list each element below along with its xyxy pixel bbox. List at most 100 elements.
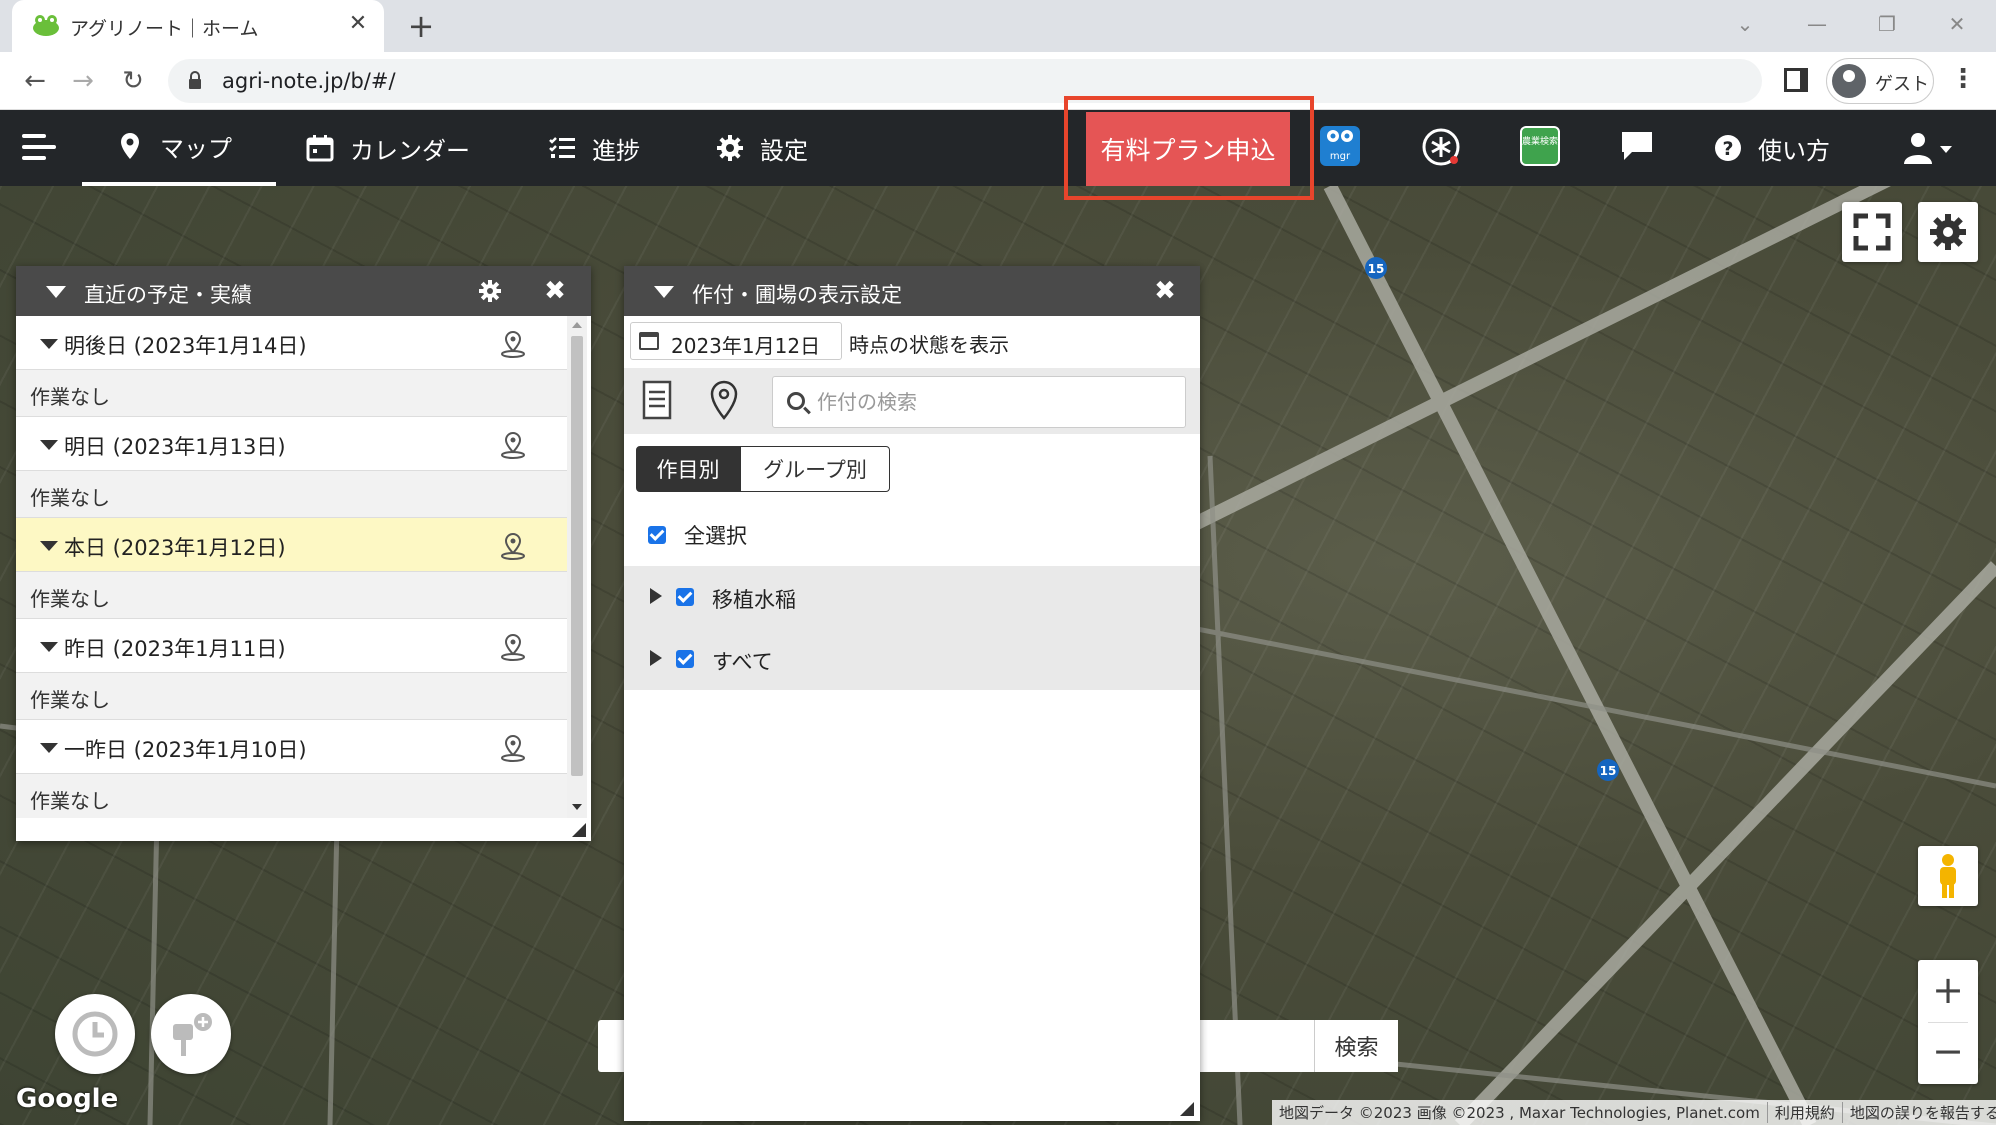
map-view-button[interactable] [706,378,742,422]
date-value: 2023年1月12日 [671,334,821,358]
day-row[interactable]: 一昨日 (2023年1月10日) [16,720,571,774]
user-menu-icon[interactable] [1904,132,1954,164]
close-icon[interactable]: ✖ [1150,276,1180,306]
location-pin-icon[interactable] [500,330,526,358]
tab-title: アグリノート｜ホーム [70,18,259,40]
add-pin-icon [173,1013,212,1056]
fullscreen-button[interactable] [1842,202,1902,262]
select-all-label: 全選択 [684,524,747,548]
history-button[interactable] [55,994,135,1074]
day-row-today[interactable]: 本日 (2023年1月12日) [16,518,571,572]
nav-help[interactable]: ? 使い方 [1714,110,1830,186]
day-label: 本日 (2023年1月12日) [64,536,286,560]
nav-calendar[interactable]: カレンダー [306,110,470,186]
book-icon-text: 農業検索 [1522,137,1559,147]
lock-icon [189,71,201,89]
street-view-button[interactable] [1918,846,1978,906]
paid-plan-button[interactable]: 有料プラン申込 [1086,112,1290,186]
date-suffix-label: 時点の状態を表示 [849,333,1009,357]
resize-grip-icon[interactable] [1180,1102,1194,1116]
empty-row: 作業なし [16,471,571,518]
group-checkbox[interactable] [676,650,694,668]
location-pin-icon[interactable] [500,532,526,560]
add-field-button[interactable] [151,994,231,1074]
restore-icon[interactable]: ❐ [1862,6,1912,42]
document-list-icon [642,380,672,420]
mgr-app-icon[interactable]: mgr [1320,126,1360,166]
map-settings-button[interactable] [1918,202,1978,262]
browser-tab-strip: アグリノート｜ホーム ✕ + ⌄ — ❐ ✕ [0,0,1996,52]
location-pin-icon[interactable] [500,633,526,661]
menu-toggle-icon[interactable] [22,134,56,160]
expand-caret-icon [40,743,58,753]
day-row[interactable]: 明日 (2023年1月13日) [16,417,571,471]
close-icon[interactable]: ✖ [540,276,570,306]
forward-icon[interactable]: → [66,64,100,98]
expand-caret-icon [40,541,58,551]
browser-tab[interactable]: アグリノート｜ホーム ✕ [12,0,384,52]
select-all-checkbox[interactable] [648,526,666,544]
nav-progress[interactable]: 進捗 [548,110,640,186]
recent-schedule-panel: 直近の予定・実績 ✖ 明後日 (2023年1月14日) 作業なし 明日 (202… [16,266,591,841]
profile-button[interactable]: ゲスト [1826,58,1934,104]
tab-close-icon[interactable]: ✕ [344,10,372,38]
crop-group-row[interactable]: すべて [624,628,1200,690]
location-pin-icon[interactable] [500,734,526,762]
day-row[interactable]: 明後日 (2023年1月14日) [16,316,571,370]
group-checkbox[interactable] [676,588,694,606]
zoom-in-button[interactable]: + [1918,960,1978,1022]
report-error-link[interactable]: 地図の誤りを報告する [1843,1102,1996,1123]
clock-icon [72,1011,118,1057]
notification-icon[interactable] [1420,126,1462,168]
scroll-down-icon[interactable] [572,804,582,810]
nav-map[interactable]: マップ [82,110,276,186]
paid-plan-label: 有料プラン申込 [1100,136,1276,165]
zoom-out-button[interactable]: − [1918,1022,1978,1084]
crop-search-field[interactable] [772,376,1186,428]
group-label: すべて [712,650,773,674]
gear-icon[interactable] [478,279,502,303]
list-view-button[interactable] [636,376,678,424]
date-picker[interactable]: 2023年1月12日 [630,322,842,360]
crop-search-input[interactable] [817,387,1167,417]
map-search-button[interactable]: 検索 [1314,1020,1398,1072]
avatar-icon [1832,64,1866,98]
expand-triangle-icon[interactable] [650,588,662,604]
new-tab-icon[interactable]: + [404,10,438,44]
collapse-caret-icon[interactable] [46,286,66,298]
collapse-caret-icon[interactable] [654,286,674,298]
mgr-icon-text: mgr [1329,151,1351,162]
scroll-up-icon[interactable] [572,322,582,328]
frog-face-icon [1327,130,1353,142]
agri-book-icon[interactable]: 農業検索 [1520,126,1560,166]
profile-label: ゲスト [1875,74,1929,95]
google-logo: Google [16,1084,119,1114]
tab-search-chevron-icon[interactable]: ⌄ [1720,6,1770,42]
attribution-data: 地図データ ©2023 画像 ©2023 , Maxar Technologie… [1272,1102,1768,1123]
empty-row: 作業なし [16,673,571,720]
scroll-thumb[interactable] [571,336,583,776]
gear-icon [1930,214,1966,250]
terms-link[interactable]: 利用規約 [1768,1102,1843,1123]
nav-settings-label: 設定 [760,136,808,165]
minimize-icon[interactable]: — [1792,6,1842,42]
window-close-icon[interactable]: ✕ [1932,6,1982,42]
address-bar[interactable]: agri-note.jp/b/#/ [168,59,1762,103]
resize-grip-icon[interactable] [572,823,586,837]
expand-triangle-icon[interactable] [650,650,662,666]
chat-icon[interactable] [1620,130,1654,162]
nav-settings[interactable]: 設定 [716,110,808,186]
side-panel-icon[interactable] [1784,68,1808,92]
browser-menu-icon[interactable]: ⋮ [1950,64,1976,94]
scrollbar[interactable] [567,316,587,818]
crop-group-row[interactable]: 移植水稲 [624,566,1200,628]
svg-text:?: ? [1722,138,1733,160]
tab-by-crop[interactable]: 作目別 [636,446,740,492]
back-icon[interactable]: ← [18,64,52,98]
reload-icon[interactable]: ↻ [116,64,150,98]
tab-by-group[interactable]: グループ別 [740,446,890,492]
location-pin-icon[interactable] [500,431,526,459]
day-row[interactable]: 昨日 (2023年1月11日) [16,619,571,673]
map-search-button-label: 検索 [1334,1036,1379,1061]
expand-caret-icon [40,339,58,349]
